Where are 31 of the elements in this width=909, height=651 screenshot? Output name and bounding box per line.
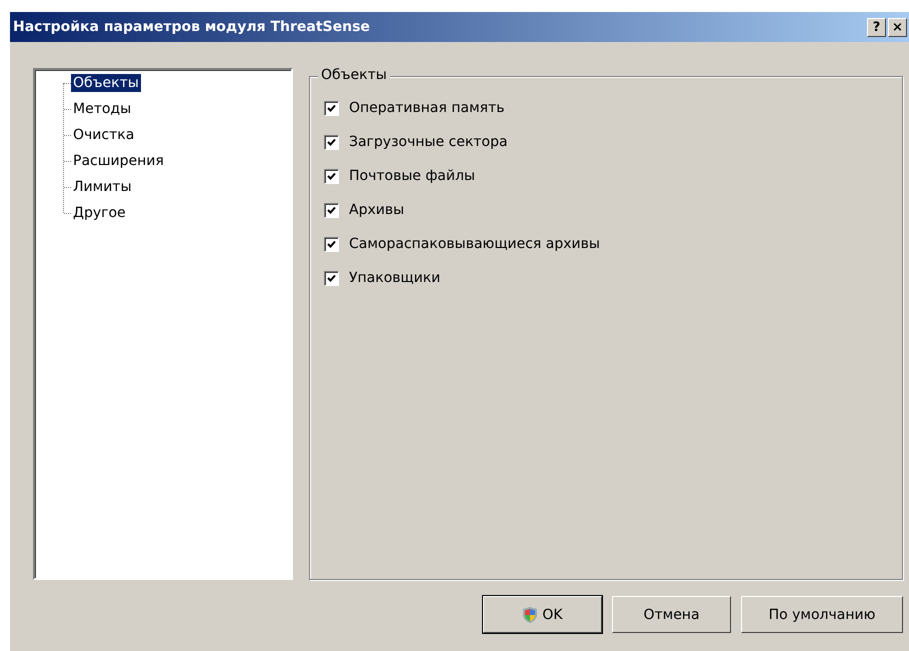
default-button[interactable]: По умолчанию [741, 596, 903, 633]
checkbox[interactable] [324, 202, 339, 218]
checkbox-label: Упаковщики [349, 270, 440, 286]
checkbox-label: Самораспаковывающиеся архивы [349, 236, 600, 252]
tree-item[interactable]: Объекты [71, 74, 141, 92]
tree-item[interactable]: Лимиты [71, 178, 134, 196]
checkbox-label: Оперативная память [349, 100, 504, 116]
checkbox-label: Загрузочные сектора [349, 134, 508, 150]
window-title: Настройка параметров модуля ThreatSense [13, 19, 370, 35]
tree-item[interactable]: Другое [71, 204, 128, 222]
tree-item[interactable]: Расширения [71, 152, 166, 170]
check-icon [327, 172, 336, 180]
checkbox[interactable] [324, 270, 339, 286]
checkbox[interactable] [324, 236, 339, 252]
checkbox-label: Архивы [349, 202, 404, 218]
tree-item[interactable]: Методы [71, 100, 134, 118]
check-icon [327, 274, 336, 282]
checkbox-label: Почтовые файлы [349, 168, 476, 184]
checkbox[interactable] [324, 134, 339, 150]
check-icon [327, 138, 336, 146]
ok-button[interactable]: OK [483, 596, 602, 633]
close-button[interactable]: × [888, 18, 907, 36]
cancel-button[interactable]: Отмена [612, 596, 731, 633]
check-icon [327, 240, 336, 248]
checkbox[interactable] [324, 100, 339, 116]
shield-icon [522, 606, 538, 624]
check-icon [327, 206, 336, 214]
checkbox[interactable] [324, 168, 339, 184]
help-button[interactable]: ? [867, 18, 886, 36]
tree-item[interactable]: Очистка [71, 126, 136, 144]
check-icon [327, 104, 336, 112]
